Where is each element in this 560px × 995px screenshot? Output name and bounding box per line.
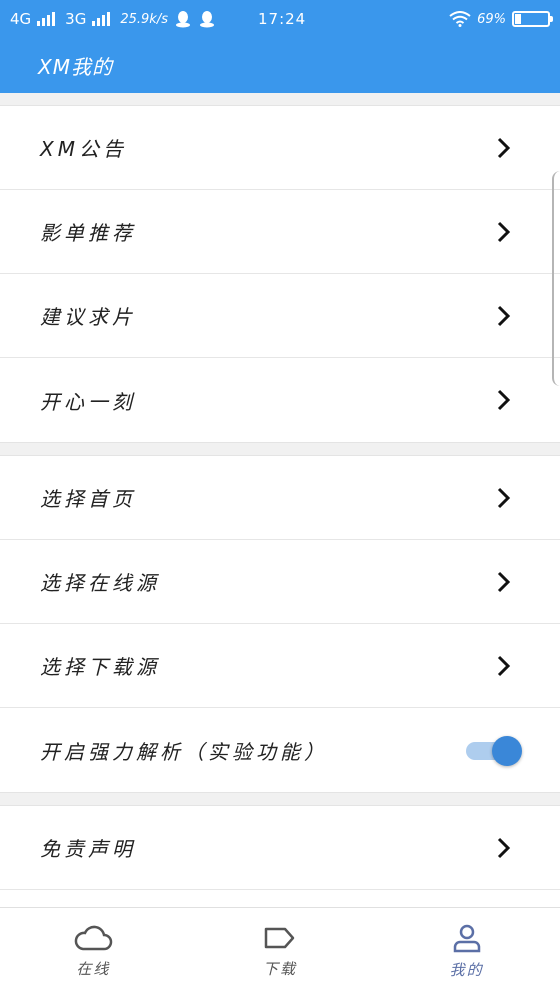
signal-icon-2 (92, 12, 111, 26)
menu-item-playlist-recommend[interactable]: 影单推荐 (0, 190, 560, 274)
menu-item-label: 开心一刻 (40, 389, 136, 414)
menu-item-request-movie[interactable]: 建议求片 (0, 274, 560, 358)
tab-online[interactable]: 在线 (33, 924, 153, 979)
chevron-right-icon (496, 655, 512, 677)
menu-item-label: 影单推荐 (40, 221, 136, 245)
enhanced-parsing-toggle[interactable] (466, 736, 522, 766)
wifi-icon (449, 11, 471, 27)
menu-item-label: 选择在线源 (40, 571, 160, 595)
battery-percent: 69% (477, 11, 506, 27)
menu-item-happy-moment[interactable]: 开心一刻 (0, 358, 560, 442)
settings-group-1: XM公告 影单推荐 建议求片 开心一刻 (0, 105, 560, 443)
qq-icon (175, 11, 190, 28)
signal-icon (37, 12, 56, 26)
chevron-right-icon (496, 487, 512, 509)
menu-item-enhanced-parsing: 开启强力解析（实验功能） (0, 708, 560, 792)
battery-icon (512, 11, 553, 27)
menu-item-disclaimer[interactable]: 免责声明 (0, 806, 560, 890)
network-type-1: 4G (10, 10, 32, 28)
page-title: XM我的 (38, 55, 113, 79)
chevron-right-icon (496, 221, 512, 243)
menu-item-select-home[interactable]: 选择首页 (0, 456, 560, 540)
menu-item-label: 选择首页 (40, 487, 136, 511)
menu-item-label: XM公告 (40, 137, 127, 161)
app-bar: XM我的 (0, 38, 560, 93)
cloud-icon (75, 925, 113, 951)
user-icon (453, 924, 480, 953)
tab-label: 在线 (76, 960, 111, 978)
tab-label: 下载 (262, 960, 297, 978)
tab-label: 我的 (449, 961, 484, 979)
menu-item-select-online-source[interactable]: 选择在线源 (0, 540, 560, 624)
settings-group-2: 选择首页 选择在线源 选择下载源 开启强力解析（实验功能） (0, 455, 560, 793)
tab-mine[interactable]: 我的 (407, 923, 527, 980)
status-right: 69% (449, 11, 553, 27)
settings-group-3: 免责声明 (0, 805, 560, 907)
menu-item-label: 开启强力解析（实验功能） (40, 739, 328, 764)
status-bar: 4G 3G 25.9k/s 17:24 69% (0, 0, 560, 38)
tab-download[interactable]: 下载 (220, 924, 340, 979)
chevron-right-icon (496, 837, 512, 859)
network-type-2: 3G (65, 10, 87, 28)
menu-item-announcement[interactable]: XM公告 (0, 106, 560, 190)
menu-item-partial[interactable] (0, 890, 560, 907)
net-speed: 25.9k/s (120, 11, 168, 27)
tag-icon (264, 927, 295, 949)
clock: 17:24 (258, 10, 307, 28)
status-left: 4G 3G 25.9k/s (10, 10, 216, 28)
menu-item-label: 选择下载源 (40, 655, 160, 679)
toggle-knob[interactable] (492, 736, 522, 766)
menu-item-label: 建议求片 (40, 305, 136, 329)
chevron-right-icon (496, 389, 512, 411)
menu-item-label: 免责声明 (40, 837, 136, 861)
chevron-right-icon (496, 571, 512, 593)
bottom-tab-bar: 在线 下载 我的 (0, 907, 560, 995)
qq-icon-2 (199, 11, 214, 28)
scroll-indicator (552, 171, 560, 386)
menu-item-select-download-source[interactable]: 选择下载源 (0, 624, 560, 708)
chevron-right-icon (496, 137, 512, 159)
settings-list[interactable]: XM公告 影单推荐 建议求片 开心一刻 选择首页 选择在线源 选择下载源 开启强… (0, 93, 560, 907)
chevron-right-icon (496, 305, 512, 327)
